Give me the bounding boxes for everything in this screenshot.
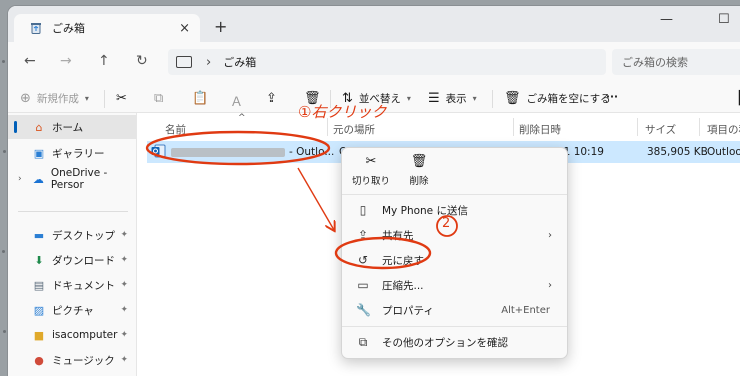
annotation-step2-number: 2 xyxy=(442,216,451,231)
annotation-arrow xyxy=(297,167,334,230)
annotation-overlay xyxy=(145,130,458,270)
annotation-step1-label: ①右クリック xyxy=(298,103,387,121)
annotation-circle-restore xyxy=(334,236,432,270)
annotation-circle-file xyxy=(145,130,331,166)
